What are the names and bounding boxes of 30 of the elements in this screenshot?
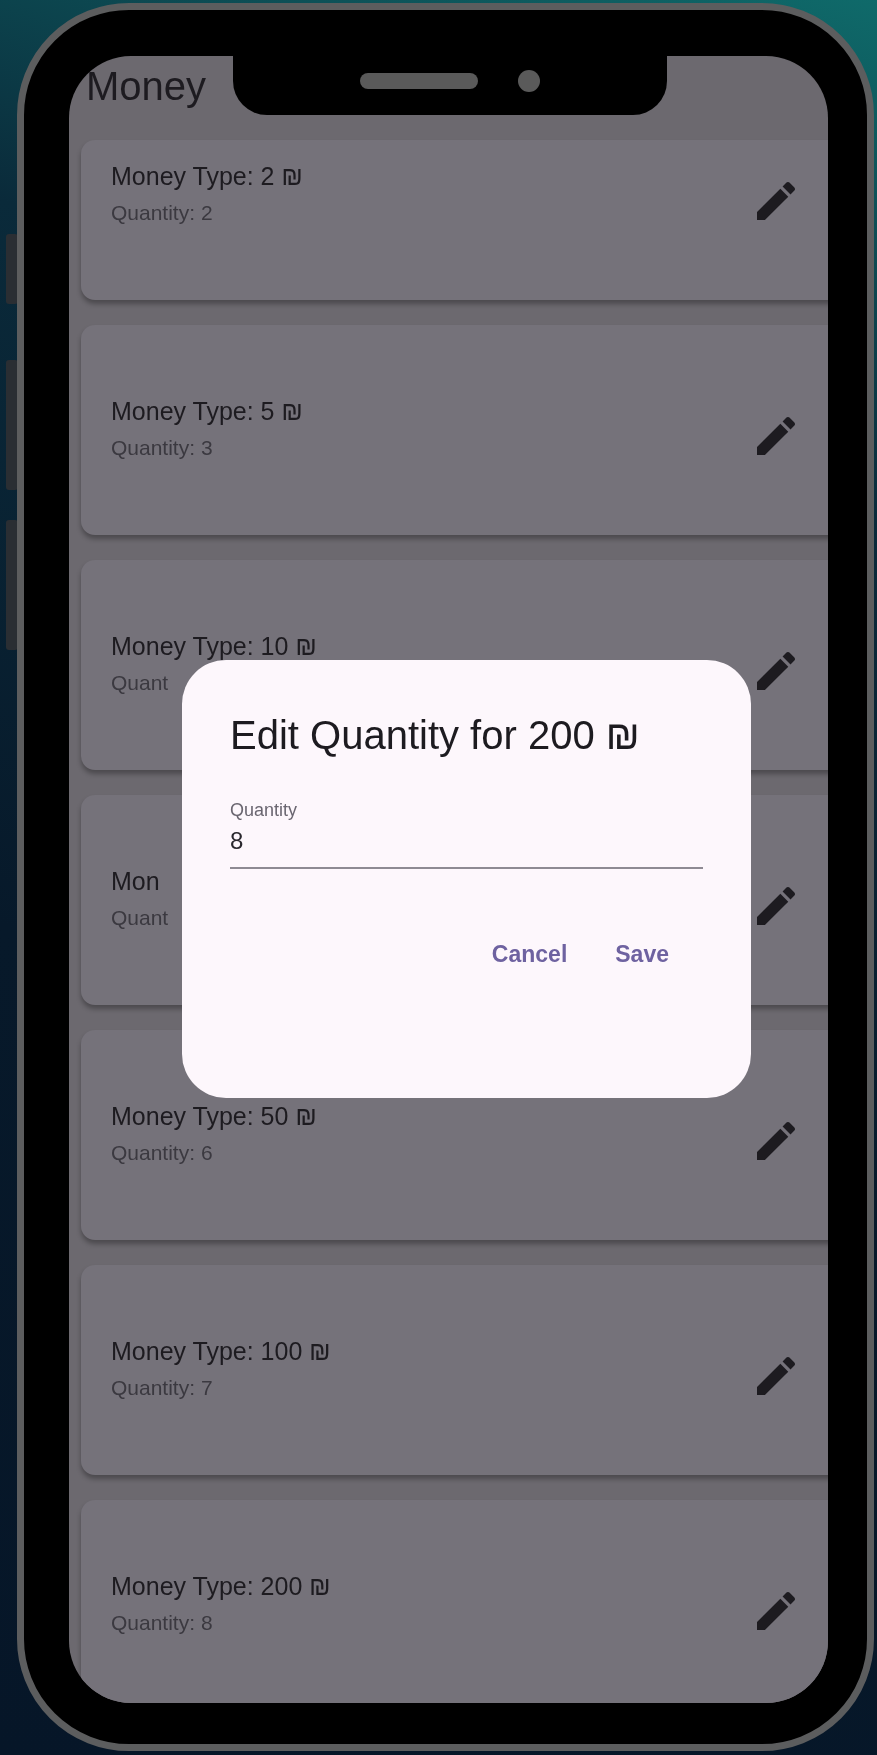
edit-icon[interactable]: [757, 1357, 795, 1395]
edit-icon[interactable]: [757, 1592, 795, 1630]
dialog-button[interactable]: Cancel: [487, 937, 572, 972]
quantity-text: Quantity: 8: [111, 1611, 214, 1635]
quantity-text: Quantity: 3: [111, 436, 214, 460]
quantity-text: Quantity: 2: [111, 201, 214, 225]
money-type-text: Money Type: 200 ₪: [111, 1572, 332, 1601]
money-type-text: Money Type: 10 ₪: [111, 632, 318, 661]
quantity-text: Quantity: 7: [111, 1376, 214, 1400]
dialog-button[interactable]: Save: [611, 937, 673, 972]
quantity-text: Quant: [111, 671, 170, 695]
app-bar-title: Money: [86, 63, 207, 110]
quantity-text: Quant: [111, 906, 170, 930]
field-label: Quantity: [230, 800, 299, 821]
dialog-title: Edit Quantity for 200 ₪: [230, 712, 641, 759]
money-type-text: Money Type: 50 ₪: [111, 1102, 318, 1131]
quantity-text: Quantity: 6: [111, 1141, 214, 1165]
edit-icon[interactable]: [757, 182, 795, 220]
money-type-text: Mon: [111, 867, 161, 896]
camera-icon: [518, 69, 540, 92]
field-value: 8: [230, 827, 245, 855]
edit-icon[interactable]: [757, 887, 795, 925]
quantity-field[interactable]: Quantity 8: [230, 800, 703, 869]
edit-icon[interactable]: [757, 652, 795, 690]
money-type-text: Money Type: 100 ₪: [111, 1337, 332, 1366]
edit-icon[interactable]: [757, 417, 795, 455]
edit-icon[interactable]: [757, 1122, 795, 1160]
money-type-text: Money Type: 5 ₪: [111, 397, 304, 426]
speaker-icon: [360, 72, 478, 89]
money-type-text: Money Type: 2 ₪: [111, 162, 304, 191]
